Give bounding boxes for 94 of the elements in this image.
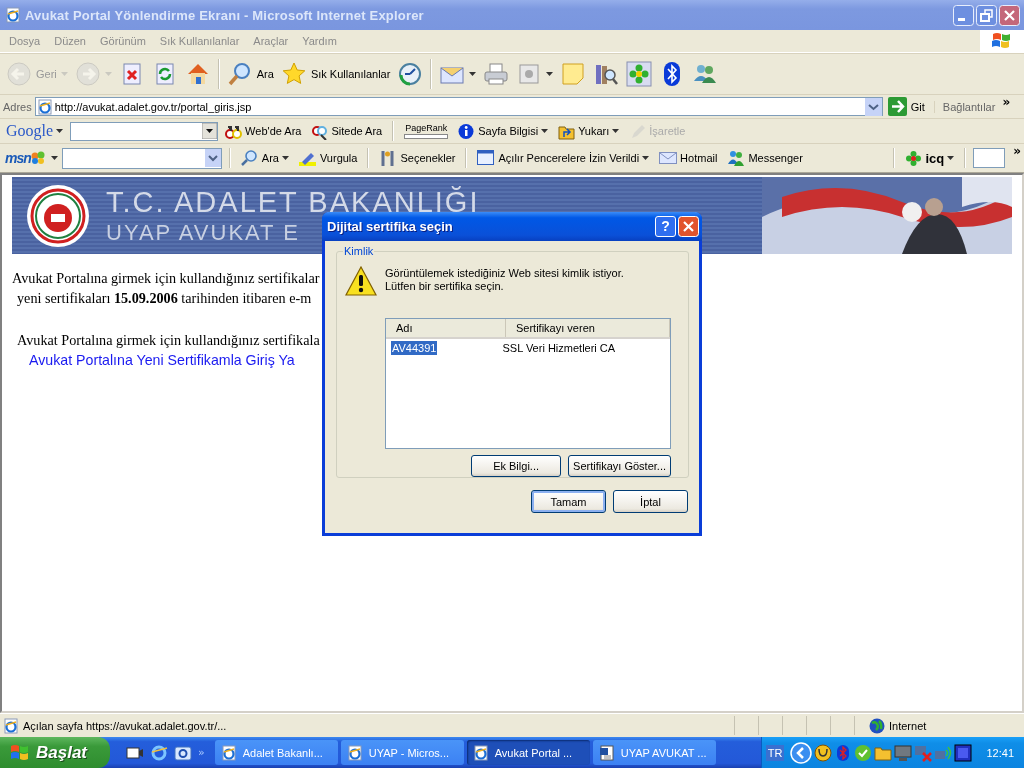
hotmail-button[interactable]: Hotmail <box>656 147 721 169</box>
note-icon <box>560 61 587 87</box>
address-box[interactable]: http://avukat.adalet.gov.tr/portal_giris.jsp <box>34 97 883 116</box>
envelope-icon <box>659 149 678 167</box>
minimize-button[interactable] <box>953 4 974 26</box>
arrow-right-icon <box>74 61 101 87</box>
restore-button[interactable] <box>976 4 997 26</box>
flower-icon <box>626 61 653 87</box>
link[interactable]: Avukat Portalına Yeni Sertifikamla Giriş Ya <box>29 350 295 370</box>
google-logo[interactable]: Google <box>3 122 67 140</box>
links-label[interactable]: Bağlantılar <box>933 100 996 113</box>
history-icon <box>397 61 424 87</box>
chevron-left-icon[interactable] <box>790 741 813 764</box>
status-text: Açılan sayfa https://avukat.adalet.gov.tr/... <box>23 719 227 732</box>
favorites-button[interactable]: Sık Kullanılanlar <box>277 58 394 90</box>
search-field[interactable] <box>70 121 219 141</box>
screen-icon[interactable] <box>954 743 973 762</box>
search-field[interactable] <box>61 147 222 169</box>
popup-button[interactable]: Açılır Pencerelere İzin Verildi <box>474 147 653 169</box>
dropdown-icon <box>202 123 218 139</box>
message-text: Lütfen bir sertifika seçin. <box>385 280 505 293</box>
browser-icon <box>5 7 21 23</box>
body-text: yeni sertifikaları 15.09.2006 tarihinden itibaren e-m <box>17 289 312 308</box>
column-header[interactable]: Sertifikayı veren <box>506 319 670 337</box>
messenger-button[interactable]: Messenger <box>724 147 806 169</box>
dialog-button[interactable]: Sertifikayı Göster... <box>568 455 671 477</box>
pagerank-button[interactable]: PageRank <box>401 120 452 142</box>
more-chevron[interactable]: » <box>1013 144 1021 158</box>
start-button[interactable]: Başlat <box>0 737 110 768</box>
more-chevron[interactable]: » <box>1002 95 1011 109</box>
table-cell: SSL Veri Hizmetleri CA <box>501 340 617 355</box>
info-icon <box>458 122 476 140</box>
star-icon <box>280 61 307 87</box>
search-icon <box>240 149 259 167</box>
arrow-right-icon <box>887 97 907 116</box>
language-indicator[interactable]: TR <box>765 744 785 761</box>
body-text: Avukat Portalına girmek için kullandığınız sertifikalar <box>12 269 320 288</box>
window-icon <box>477 149 496 167</box>
caret-icon <box>56 129 64 133</box>
toolbar-button[interactable]: Web'de Ara <box>222 120 305 142</box>
network-error-icon[interactable] <box>914 743 933 762</box>
browser-icon <box>220 744 237 761</box>
body-text: Avukat Portalına girmek için kullandığınız sertifikala <box>17 331 320 350</box>
page-icon <box>36 98 53 115</box>
group-label: Kimlik <box>343 245 375 257</box>
message-text: Görüntülemek istediğiniz Web sitesi kimlik istiyor. <box>385 267 624 280</box>
dialog-title: Dijital sertifika seçin <box>327 219 453 234</box>
people-icon <box>727 149 746 167</box>
highlight-button[interactable]: Vurgula <box>295 147 361 169</box>
ok-button[interactable]: Tamam <box>531 490 606 513</box>
column-header[interactable]: Adı <box>386 319 506 337</box>
icq-button[interactable]: icq <box>902 147 958 169</box>
toolbar-button[interactable]: Sitede Ara <box>308 120 386 142</box>
document-icon <box>598 744 615 761</box>
cancel-button[interactable]: İptal <box>613 490 688 513</box>
page-icon <box>3 717 19 734</box>
monitor-icon[interactable] <box>894 743 913 762</box>
help-button[interactable]: ? <box>655 216 676 237</box>
msn-logo[interactable]: msn <box>3 150 47 166</box>
seal-icon <box>26 183 90 248</box>
caret-icon <box>947 156 955 160</box>
taskbar-button[interactable]: Avukat Portal ... <box>466 740 590 765</box>
flower-icon <box>905 149 923 167</box>
banner-title: T.C. ADALET BAKANLIĞI <box>106 186 480 218</box>
toolbar-button[interactable]: Sayfa Bilgisi <box>455 120 552 142</box>
windows-logo-icon <box>10 743 30 762</box>
printer-icon <box>483 61 510 87</box>
window-title: Avukat Portal Yönlendirme Ekranı - Microsoft Internet Explorer <box>25 7 424 23</box>
caret-icon <box>50 156 58 160</box>
search-button[interactable]: Ara <box>223 58 277 90</box>
globe-icon <box>869 717 885 734</box>
table-cell[interactable]: AV44391 <box>391 340 438 355</box>
dialog-button[interactable]: Ek Bilgi... <box>471 455 562 477</box>
warning-icon <box>345 266 377 296</box>
address-label: Adres <box>3 100 32 113</box>
close-button[interactable] <box>999 4 1020 26</box>
more-chevron[interactable]: » <box>198 745 205 759</box>
dropdown-icon <box>864 97 882 116</box>
butterfly-icon <box>30 151 45 165</box>
browser-icon <box>472 744 489 761</box>
toolbar-button[interactable]: Yukarı <box>555 120 623 142</box>
zone-text: Internet <box>889 719 927 732</box>
search-icon <box>226 61 253 87</box>
arrow-left-icon <box>6 61 32 87</box>
browser-icon <box>346 744 363 761</box>
check-icon[interactable] <box>854 743 873 762</box>
search-button[interactable]: Ara <box>237 147 292 169</box>
pagerank-meter-icon <box>404 133 449 139</box>
globe-icon[interactable] <box>150 743 168 762</box>
clock: 12:41 <box>986 746 1014 759</box>
banner-subtitle: UYAP AVUKAT E <box>106 221 300 245</box>
options-button[interactable]: Seçenekler <box>376 147 459 169</box>
go-button[interactable]: Git <box>885 97 931 116</box>
text-field[interactable] <box>973 148 1006 168</box>
